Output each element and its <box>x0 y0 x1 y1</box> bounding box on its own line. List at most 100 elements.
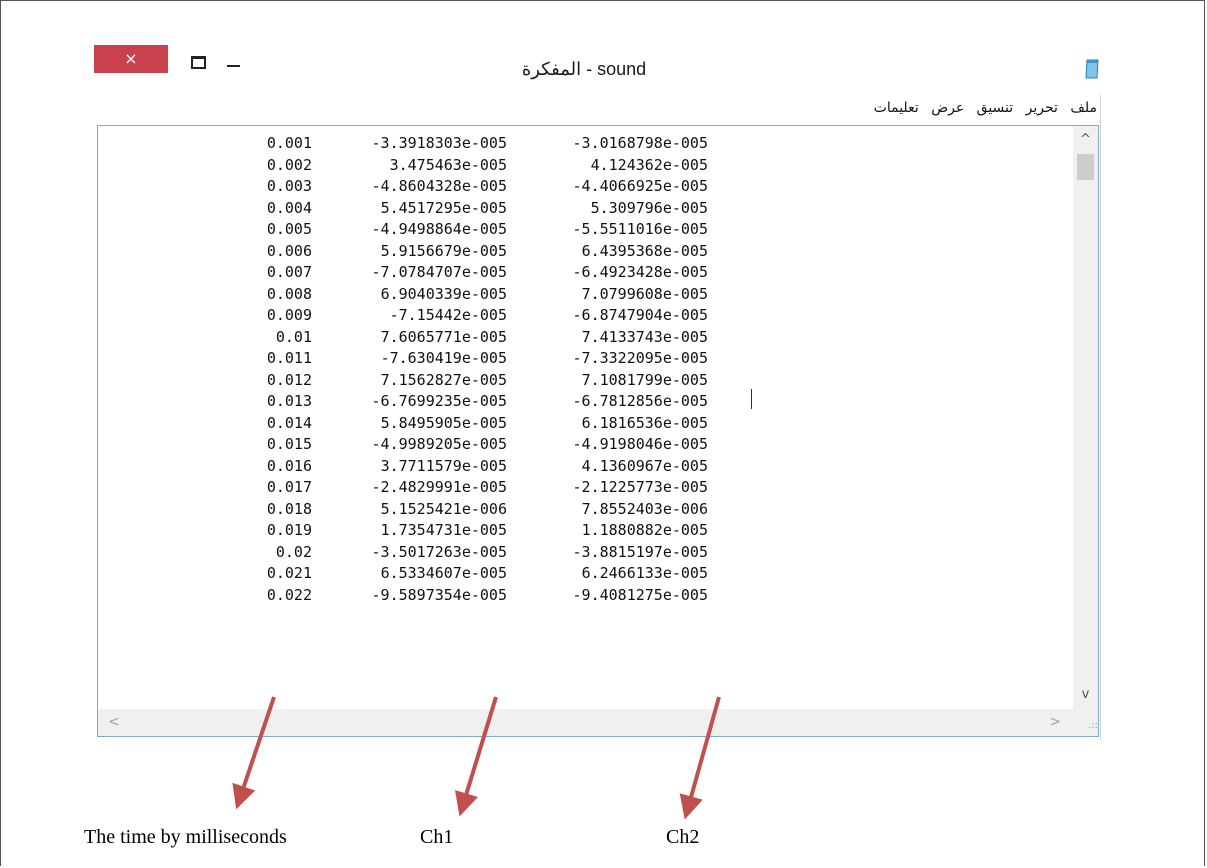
text-line: 0.01 7.6065771e-005 7.4133743e-005 <box>98 327 738 349</box>
text-line: 0.011 -7.630419e-005 -7.3322095e-005 <box>98 348 738 370</box>
scroll-left-icon[interactable]: < <box>108 709 120 736</box>
time-value: 0.017 <box>266 478 312 496</box>
text-line: 0.003 -4.8604328e-005 -4.4066925e-005 <box>98 176 738 198</box>
text-line: 0.016 3.7711579e-005 4.1360967e-005 <box>98 456 738 478</box>
ch2-value: -6.7812856e-005 <box>572 392 708 410</box>
time-value: 0.007 <box>266 263 312 281</box>
scroll-down-icon[interactable]: v <box>1073 685 1098 705</box>
text-line: 0.012 7.1562827e-005 7.1081799e-005 <box>98 370 738 392</box>
ch2-value: -3.8815197e-005 <box>572 542 708 561</box>
ch1-value: 5.4517295e-005 <box>380 198 507 217</box>
menu-edit[interactable]: تحرير <box>1022 95 1062 121</box>
time-value: 0.01 <box>275 327 312 346</box>
ch2-value: -5.5511016e-005 <box>572 220 708 238</box>
vertical-scrollbar[interactable]: ^ v <box>1073 126 1098 709</box>
time-value: 0.015 <box>266 435 312 453</box>
ch2-value: -2.1225773e-005 <box>572 478 708 496</box>
ch2-value: 6.2466133e-005 <box>581 564 708 582</box>
text-line: 0.022 -9.5897354e-005 -9.4081275e-005 <box>98 585 738 607</box>
text-lines: 0.001 -3.3918303e-005 -3.0168798e-005 0.002… <box>98 133 738 606</box>
text-line: 0.021 6.5334607e-005 6.2466133e-005 <box>98 563 738 585</box>
ch2-value: -4.9198046e-005 <box>572 435 708 453</box>
text-line: 0.005 -4.9498864e-005 -5.5511016e-005 <box>98 219 738 241</box>
ch2-value: -4.4066925e-005 <box>572 177 708 195</box>
ch2-value: 6.4395368e-005 <box>581 241 708 260</box>
ch1-value: -9.5897354e-005 <box>371 585 507 604</box>
time-value: 0.011 <box>266 349 312 367</box>
text-line: 0.015 -4.9989205e-005 -4.9198046e-005 <box>98 434 738 456</box>
time-value: 0.014 <box>266 413 312 432</box>
time-value: 0.004 <box>266 198 312 217</box>
time-value: 0.002 <box>266 155 312 174</box>
ch2-value: -6.4923428e-005 <box>572 263 708 281</box>
time-value: 0.012 <box>266 370 312 389</box>
ch2-value: -3.0168798e-005 <box>572 134 708 152</box>
time-value: 0.009 <box>266 306 312 324</box>
time-value: 0.018 <box>266 499 312 518</box>
text-area[interactable]: 0.001 -3.3918303e-005 -3.0168798e-005 0.002… <box>98 126 1073 709</box>
close-button[interactable]: × <box>94 45 168 73</box>
ch2-value: -6.8747904e-005 <box>572 306 708 324</box>
ch1-value: 5.8495905e-005 <box>380 413 507 432</box>
time-value: 0.016 <box>266 456 312 475</box>
resize-grip-icon[interactable]: .:: <box>1073 709 1098 736</box>
time-value: 0.005 <box>266 220 312 238</box>
time-value: 0.003 <box>266 177 312 195</box>
time-value: 0.001 <box>266 134 312 152</box>
scroll-thumb[interactable] <box>1077 154 1094 180</box>
scroll-up-icon[interactable]: ^ <box>1073 130 1098 150</box>
ch1-value: 5.9156679e-005 <box>380 241 507 260</box>
ch1-value: -4.9989205e-005 <box>371 435 507 453</box>
minimize-icon[interactable] <box>227 65 240 67</box>
ch1-value: 5.1525421e-006 <box>380 499 507 518</box>
ch1-caption: Ch1 <box>420 826 454 848</box>
maximize-icon[interactable] <box>191 56 206 69</box>
text-line: 0.02 -3.5017263e-005 -3.8815197e-005 <box>98 542 738 564</box>
ch2-value: 1.1880882e-005 <box>581 521 708 539</box>
notepad-window: × المفكرة - sound ملف تحرير تنسيق عرض تع… <box>94 45 1101 740</box>
ch2-caption: Ch2 <box>666 826 700 848</box>
ch1-value: -7.15442e-005 <box>389 306 507 324</box>
text-editor[interactable]: 0.001 -3.3918303e-005 -3.0168798e-005 0.002… <box>97 125 1099 737</box>
ch1-value: -4.8604328e-005 <box>371 177 507 195</box>
text-line: 0.013 -6.7699235e-005 -6.7812856e-005 <box>98 391 738 413</box>
window-title: المفكرة - sound <box>521 59 647 79</box>
text-line: 0.004 5.4517295e-005 5.309796e-005 <box>98 198 738 220</box>
time-value: 0.013 <box>266 392 312 410</box>
ch1-value: 7.1562827e-005 <box>380 370 507 389</box>
time-value: 0.021 <box>266 564 312 582</box>
ch2-value: 6.1816536e-005 <box>581 413 708 432</box>
ch2-value: 7.8552403e-006 <box>581 499 708 518</box>
time-value: 0.019 <box>266 521 312 539</box>
ch1-value: -2.4829991e-005 <box>371 478 507 496</box>
menu-file[interactable]: ملف <box>1066 95 1101 121</box>
text-line: 0.018 5.1525421e-006 7.8552403e-006 <box>98 499 738 521</box>
ch1-value: -4.9498864e-005 <box>371 220 507 238</box>
menu-format[interactable]: تنسيق <box>973 95 1018 121</box>
ch1-value: -7.630419e-005 <box>380 349 507 367</box>
time-value: 0.008 <box>266 284 312 303</box>
text-cursor <box>751 389 752 409</box>
scroll-right-icon[interactable]: > <box>1049 709 1061 736</box>
notepad-app-icon <box>1085 59 1099 79</box>
ch1-value: -7.0784707e-005 <box>371 263 507 281</box>
menu-view[interactable]: عرض <box>927 95 968 121</box>
close-icon: × <box>124 49 138 68</box>
text-line: 0.001 -3.3918303e-005 -3.0168798e-005 <box>98 133 738 155</box>
time-caption: The time by milliseconds <box>84 826 287 848</box>
text-line: 0.002 3.475463e-005 4.124362e-005 <box>98 155 738 177</box>
text-line: 0.007 -7.0784707e-005 -6.4923428e-005 <box>98 262 738 284</box>
horizontal-scrollbar[interactable]: < > <box>98 709 1073 736</box>
text-line: 0.009 -7.15442e-005 -6.8747904e-005 <box>98 305 738 327</box>
title-bar: × المفكرة - sound <box>94 45 1101 95</box>
text-line: 0.017 -2.4829991e-005 -2.1225773e-005 <box>98 477 738 499</box>
ch2-value: -7.3322095e-005 <box>572 349 708 367</box>
text-line: 0.008 6.9040339e-005 7.0799608e-005 <box>98 284 738 306</box>
ch1-value: 1.7354731e-005 <box>380 521 507 539</box>
time-value: 0.02 <box>275 542 312 561</box>
text-line: 0.019 1.7354731e-005 1.1880882e-005 <box>98 520 738 542</box>
ch2-value: 7.0799608e-005 <box>581 284 708 303</box>
menu-help[interactable]: تعليمات <box>870 95 923 121</box>
ch1-value: 3.7711579e-005 <box>380 456 507 475</box>
ch1-value: -3.3918303e-005 <box>371 134 507 152</box>
